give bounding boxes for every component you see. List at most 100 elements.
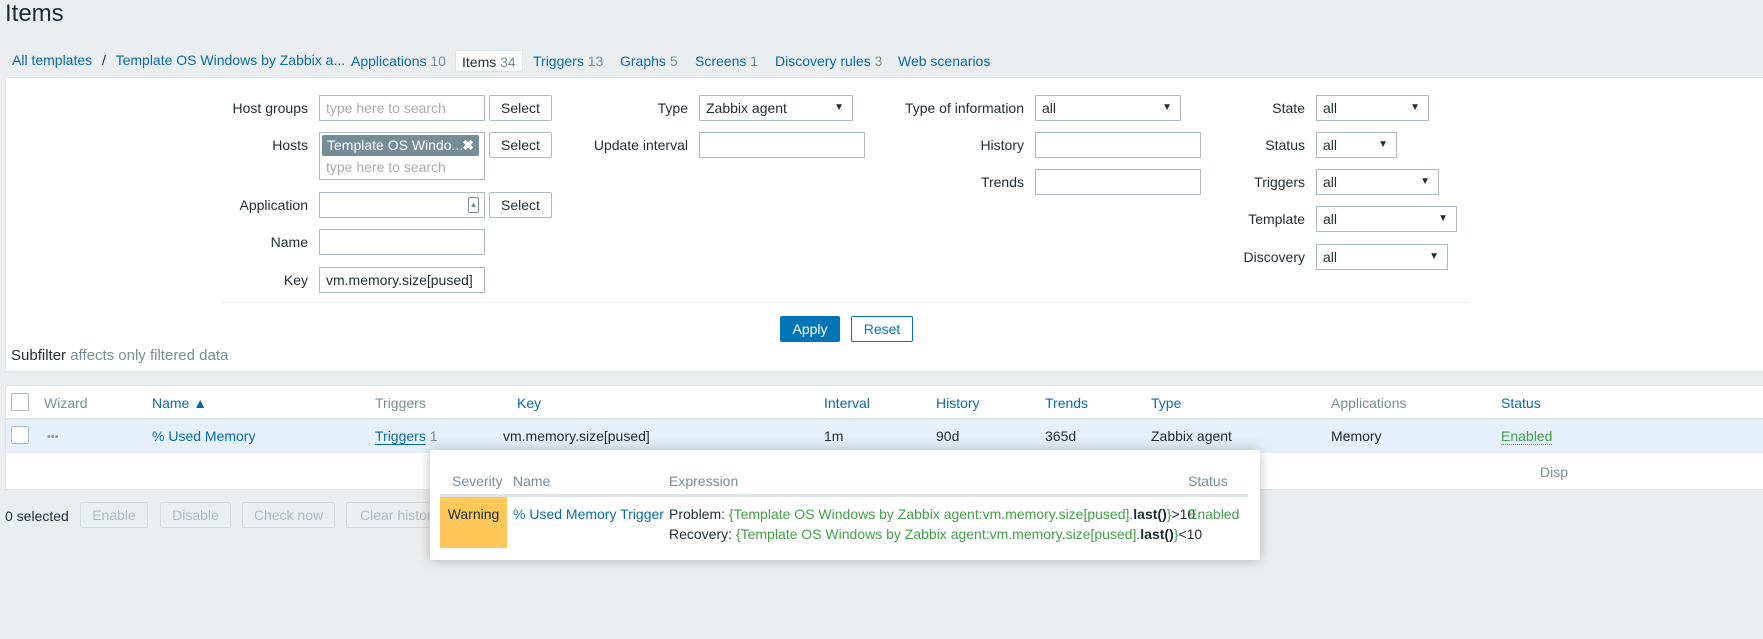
status-select[interactable]: all [1316, 132, 1397, 158]
state-select[interactable]: all [1316, 95, 1429, 121]
applications-cell: Memory [1331, 428, 1382, 444]
application-input[interactable]: ▲ [319, 192, 485, 218]
tab-count: 13 [587, 53, 604, 69]
header-name[interactable]: Name ▲ [152, 395, 207, 411]
header-key[interactable]: Key [517, 395, 541, 411]
trends-label: Trends [980, 174, 1024, 190]
apply-button[interactable]: Apply [780, 316, 840, 342]
trends-cell: 365d [1045, 428, 1077, 444]
recovery-label: Recovery: [669, 526, 736, 542]
name-label: Name [270, 234, 308, 250]
popup-header-divider [440, 494, 1248, 497]
breadcrumb: All templates / Template OS Windows by Z… [12, 52, 345, 68]
hosts-search-input[interactable]: type here to search [326, 159, 446, 175]
row-checkbox[interactable] [11, 426, 29, 444]
state-label: State [1272, 100, 1305, 116]
tab-web-scenarios[interactable]: Web scenarios [892, 50, 996, 72]
contact-card-icon: ▲ [468, 197, 479, 213]
hosts-multiselect[interactable]: Template OS Windo... ✖ type here to searc… [319, 132, 485, 180]
host-chip-label: Template OS Windo... [327, 137, 464, 153]
update-interval-label: Update interval [593, 137, 688, 153]
key-label: Key [283, 272, 308, 288]
remove-chip-icon[interactable]: ✖ [462, 135, 474, 156]
triggers-count: 1 [429, 428, 438, 444]
breadcrumb-all-templates[interactable]: All templates [12, 52, 92, 68]
template-select[interactable]: all [1316, 206, 1457, 232]
item-name-link[interactable]: % Used Memory [152, 428, 255, 444]
problem-expression: Problem: {Template OS Windows by Zabbix … [669, 506, 1195, 522]
breadcrumb-separator: / [102, 52, 106, 68]
triggers-select[interactable]: all [1316, 169, 1439, 195]
type-of-information-label: Type of information [904, 100, 1024, 116]
header-trends[interactable]: Trends [1045, 395, 1088, 411]
host-groups-label: Host groups [232, 100, 308, 116]
header-applications: Applications [1331, 395, 1407, 411]
trigger-name-link[interactable]: % Used Memory Trigger [513, 506, 664, 522]
tab-count: 3 [874, 53, 883, 69]
hosts-label: Hosts [272, 137, 308, 153]
discovery-label: Discovery [1243, 249, 1305, 265]
application-select-button[interactable]: Select [489, 192, 552, 218]
select-all-checkbox[interactable] [11, 393, 29, 411]
tab-screens[interactable]: Screens 1 [689, 50, 764, 72]
template-label: Template [1248, 211, 1305, 227]
recovery-expression: Recovery: {Template OS Windows by Zabbix… [669, 526, 1202, 542]
host-groups-input[interactable]: type here to search [319, 95, 485, 121]
reset-button[interactable]: Reset [851, 316, 913, 342]
popup-header-expression: Expression [669, 473, 739, 489]
subfilter-title: Subfilter [11, 347, 67, 364]
status-toggle[interactable]: Enabled [1501, 428, 1553, 445]
key-cell: vm.memory.size[pused] [503, 428, 650, 444]
name-input[interactable] [319, 229, 485, 255]
expression-function: last() [1133, 506, 1167, 522]
tab-label: Discovery rules [775, 53, 871, 69]
history-cell: 90d [936, 428, 960, 444]
breadcrumb-template[interactable]: Template OS Windows by Zabbix a... [116, 52, 346, 68]
problem-label: Problem: [669, 506, 729, 522]
disable-button[interactable]: Disable [160, 502, 231, 528]
interval-cell: 1m [824, 428, 844, 444]
tab-items[interactable]: Items 34 [455, 50, 523, 72]
triggers-label: Triggers [1254, 174, 1305, 190]
tab-discovery-rules[interactable]: Discovery rules 3 [769, 50, 888, 72]
expression-function: last() [1140, 526, 1174, 542]
application-label: Application [239, 197, 309, 213]
severity-badge: Warning [440, 497, 507, 548]
history-label: History [980, 137, 1024, 153]
tab-label: Triggers [533, 53, 584, 69]
popup-header-name: Name [513, 473, 551, 489]
displaying-text: Disp [1540, 464, 1569, 480]
expression-item: Template OS Windows by Zabbix agent:vm.m… [733, 506, 1130, 522]
tab-label: Items [462, 54, 497, 70]
header-status[interactable]: Status [1501, 395, 1541, 411]
triggers-link[interactable]: Triggers [375, 428, 426, 445]
filter-divider [222, 302, 1468, 303]
enable-button[interactable]: Enable [80, 502, 148, 528]
tab-count: 1 [750, 53, 759, 69]
header-interval[interactable]: Interval [824, 395, 870, 411]
discovery-select[interactable]: all [1316, 244, 1448, 270]
popup-header-severity: Severity [452, 473, 503, 489]
tab-label: Graphs [620, 53, 666, 69]
selected-count: 0 selected [5, 508, 69, 524]
tab-label: Applications [351, 53, 427, 69]
header-history[interactable]: History [936, 395, 980, 411]
check-now-button[interactable]: Check now [242, 502, 335, 528]
header-wizard: Wizard [44, 395, 88, 411]
subfilter-heading: Subfilter affects only filtered data [11, 347, 228, 364]
header-type[interactable]: Type [1151, 395, 1181, 411]
expression-item: Template OS Windows by Zabbix agent:vm.m… [740, 526, 1137, 542]
tab-graphs[interactable]: Graphs 5 [614, 50, 684, 72]
tab-applications[interactable]: Applications 10 [345, 50, 452, 72]
tab-count: 34 [500, 54, 516, 70]
recovery-condition: <10 [1178, 526, 1203, 542]
wizard-menu-icon[interactable]: ••• [47, 431, 59, 443]
trigger-status: Enabled [1188, 506, 1240, 522]
status-label: Status [1265, 137, 1305, 153]
tab-triggers[interactable]: Triggers 13 [527, 50, 609, 72]
type-cell: Zabbix agent [1151, 428, 1232, 444]
key-input[interactable]: vm.memory.size[pused] [319, 267, 485, 293]
tab-count: 5 [669, 53, 678, 69]
tab-label: Screens [695, 53, 747, 69]
subfilter-note: affects only filtered data [70, 347, 229, 364]
